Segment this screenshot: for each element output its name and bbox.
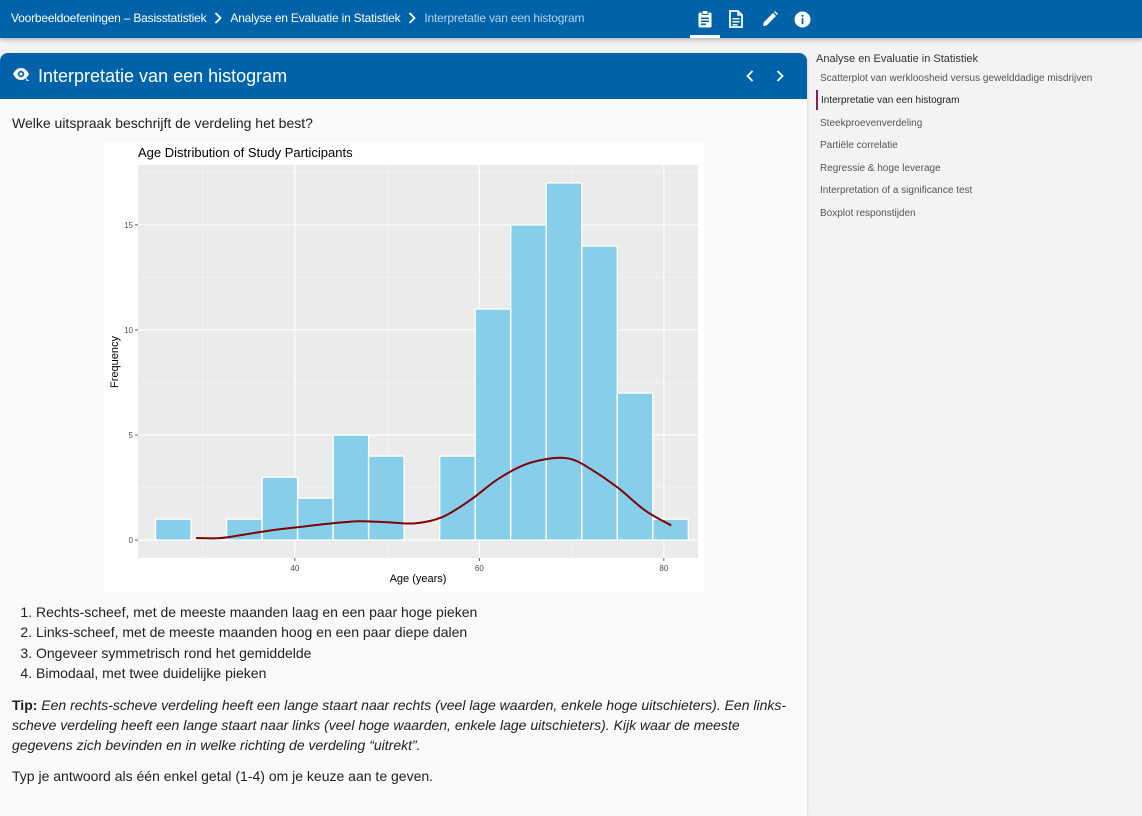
chart-title: Age Distribution of Study Participants <box>138 145 353 160</box>
chevron-right-icon <box>206 12 230 24</box>
pencil-icon[interactable] <box>755 0 785 38</box>
histogram-bar <box>474 308 512 541</box>
info-icon[interactable] <box>787 0 817 38</box>
x-tick-label: 40 <box>290 564 299 573</box>
histogram-bar <box>616 392 654 541</box>
sidebar-item-significance-test[interactable]: Interpretation of a significance test <box>816 180 972 200</box>
histogram-bar <box>154 518 192 541</box>
x-axis-label: Age (years) <box>390 573 447 585</box>
chevron-left-icon <box>746 70 754 82</box>
eye-icon <box>12 67 30 86</box>
sidebar-item-regressie[interactable]: Regressie & hoge leverage <box>816 158 941 178</box>
y-tick-label: 0 <box>129 536 134 545</box>
document-icon[interactable] <box>721 0 751 38</box>
x-axis: 40 60 80 <box>290 558 669 573</box>
top-bar: Voorbeeldoefeningen – Basisstatistiek An… <box>0 0 1142 38</box>
question-text: Welke uitspraak beschrijft de verdeling … <box>12 115 313 131</box>
breadcrumb-item-series[interactable]: Analyse en Evaluatie in Statistiek <box>230 11 400 25</box>
x-tick-label: 60 <box>475 564 484 573</box>
histogram-bar <box>545 182 583 541</box>
next-button[interactable] <box>765 61 795 91</box>
histogram-svg: Age Distribution of Study Participants 0… <box>109 145 698 585</box>
answer-option: Links-scheef, met de meeste maanden hoog… <box>36 622 736 642</box>
histogram-bar <box>296 497 334 541</box>
breadcrumb-item-current: Interpretatie van een histogram <box>424 11 585 25</box>
answer-option: Ongeveer symmetrisch rond het gemiddelde <box>36 643 736 663</box>
answer-option: Bimodaal, met twee duidelijke pieken <box>36 663 736 683</box>
histogram-bar <box>367 455 405 541</box>
y-axis: 0 5 10 15 <box>124 221 138 545</box>
y-tick-label: 5 <box>129 431 134 440</box>
exercise-card: Interpretatie van een histogram Welke ui… <box>0 53 807 816</box>
sidebar: Analyse en Evaluatie in Statistiek Scatt… <box>807 38 1142 816</box>
sidebar-item-steekproevenverdeling[interactable]: Steekproevenverdeling <box>816 113 922 133</box>
previous-button[interactable] <box>735 61 765 91</box>
histogram-bar <box>581 245 618 541</box>
histogram-bar <box>438 455 476 541</box>
answer-option: Rechts-scheef, met de meeste maanden laa… <box>36 602 736 622</box>
breadcrumb: Voorbeeldoefeningen – Basisstatistiek An… <box>11 0 584 36</box>
tip-text: Een rechts-scheve verdeling heeft een la… <box>12 697 787 753</box>
chevron-right-icon <box>776 70 784 82</box>
chevron-right-icon <box>400 12 424 24</box>
histogram-bar <box>652 518 690 541</box>
breadcrumb-item-course[interactable]: Voorbeeldoefeningen – Basisstatistiek <box>11 11 207 25</box>
sidebar-heading[interactable]: Analyse en Evaluatie in Statistiek <box>816 53 978 65</box>
clipboard-icon[interactable] <box>690 0 720 38</box>
answer-options: Rechts-scheef, met de meeste maanden laa… <box>36 602 736 683</box>
y-tick-label: 10 <box>124 326 133 335</box>
exercise-header: Interpretatie van een histogram <box>0 53 807 99</box>
answer-instruction: Typ je antwoord als één enkel getal (1-4… <box>12 768 434 784</box>
sidebar-item-partiele-correlatie[interactable]: Partiële correlatie <box>816 135 898 155</box>
histogram-bar <box>510 224 547 541</box>
sidebar-item-scatterplot[interactable]: Scatterplot van werkloosheid versus gewe… <box>816 68 1092 88</box>
tip-label: Tip: <box>12 697 38 713</box>
sidebar-item-histogram[interactable]: Interpretatie van een histogram <box>816 90 959 110</box>
tip-paragraph: Tip: Een rechts-scheve verdeling heeft e… <box>12 695 797 755</box>
histogram-bar <box>332 434 370 541</box>
exercise-title: Interpretatie van een histogram <box>38 65 288 86</box>
sidebar-item-boxplot[interactable]: Boxplot responstijden <box>816 203 916 223</box>
y-tick-label: 15 <box>124 221 133 230</box>
histogram-plot: Age Distribution of Study Participants 0… <box>104 142 704 592</box>
y-axis-label: Frequency <box>109 336 121 388</box>
x-tick-label: 80 <box>659 564 668 573</box>
